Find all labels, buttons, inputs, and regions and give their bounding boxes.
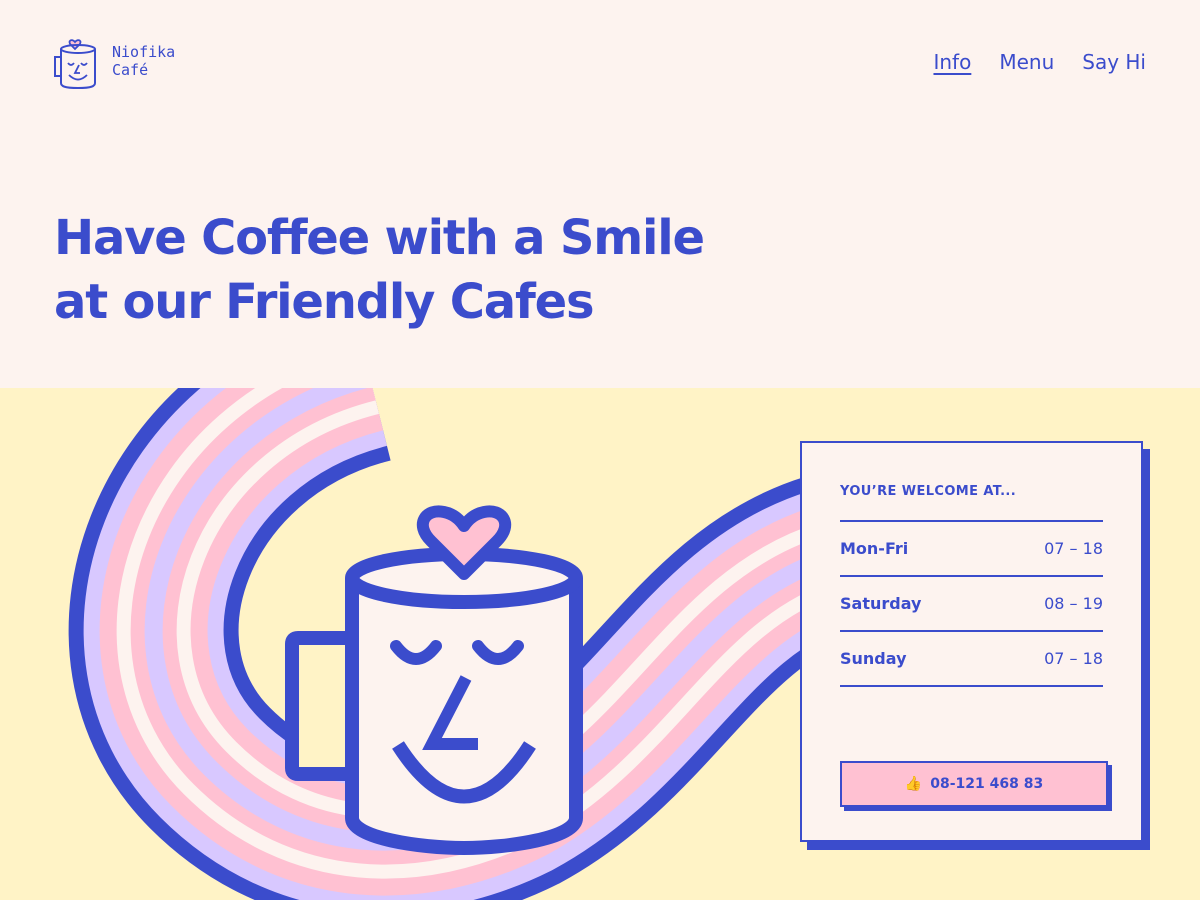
brand-name-line2: Café — [112, 61, 149, 79]
opening-hours-card: YOU’RE WELCOME AT... Mon-Fri 07 – 18 Sat… — [800, 441, 1143, 842]
hero-heading-line2: at our Friendly Cafes — [54, 274, 595, 330]
thumbs-up-icon: 👍 — [904, 776, 923, 792]
nav-info-link[interactable]: Info — [933, 50, 971, 74]
hours-time: 08 – 19 — [1044, 594, 1103, 613]
hero-heading-line1: Have Coffee with a Smile — [54, 210, 705, 266]
nav-say-hi-link[interactable]: Say Hi — [1082, 50, 1146, 74]
brand-logo[interactable]: Niofika Café — [52, 33, 175, 89]
hours-card-heading: YOU’RE WELCOME AT... — [840, 484, 1017, 499]
phone-number: 08-121 468 83 — [930, 776, 1044, 792]
brand-name-line1: Niofika — [112, 43, 176, 61]
hours-time: 07 – 18 — [1044, 649, 1103, 668]
hours-list: Mon-Fri 07 – 18 Saturday 08 – 19 Sunday … — [840, 520, 1103, 687]
hours-day: Saturday — [840, 594, 922, 613]
phone-button-wrap: 👍 08-121 468 83 — [840, 761, 1112, 811]
main-nav: Info Menu Say Hi — [933, 50, 1146, 74]
hours-day: Sunday — [840, 649, 907, 668]
call-phone-button[interactable]: 👍 08-121 468 83 — [840, 761, 1108, 807]
hours-row: Sunday 07 – 18 — [840, 632, 1103, 687]
hours-row: Mon-Fri 07 – 18 — [840, 522, 1103, 577]
nav-menu-link[interactable]: Menu — [999, 50, 1054, 74]
hours-row: Saturday 08 – 19 — [840, 577, 1103, 632]
brand-name: Niofika Café — [112, 43, 175, 79]
smiling-mug-logo-icon — [54, 39, 96, 89]
hours-day: Mon-Fri — [840, 539, 909, 558]
hours-time: 07 – 18 — [1044, 539, 1103, 558]
hero-heading: Have Coffee with a Smile at our Friendly… — [54, 206, 734, 334]
